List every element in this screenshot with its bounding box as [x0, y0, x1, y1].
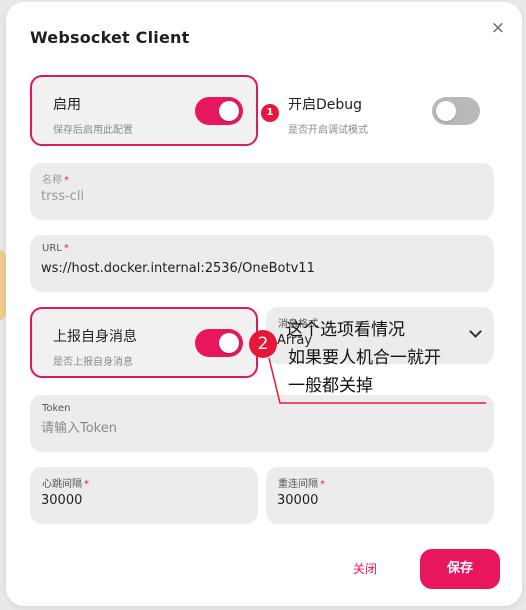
name-label: 名称 *: [42, 171, 69, 186]
token-input[interactable]: [41, 421, 471, 436]
annotation-line-3: 一般都关掉: [288, 376, 373, 396]
heartbeat-field[interactable]: 心跳间隔 * 30000: [30, 467, 258, 524]
name-field[interactable]: 名称 * trss-cli: [30, 163, 494, 220]
chevron-down-icon: [469, 325, 482, 338]
report-self-toggle[interactable]: [195, 329, 243, 357]
websocket-client-dialog: Websocket Client × 启用 保存后启用此配置 1 开启Debug…: [6, 2, 522, 606]
url-label: URL *: [42, 243, 69, 254]
token-field[interactable]: Token: [30, 395, 494, 452]
toggle-knob: [436, 101, 456, 121]
report-self-desc: 是否上报自身消息: [53, 357, 133, 368]
toggle-knob: [219, 101, 239, 121]
url-value: ws://host.docker.internal:2536/OneBotv11: [41, 261, 315, 276]
close-button[interactable]: 关闭: [353, 560, 377, 577]
annotation-marker-2: 2: [249, 330, 277, 358]
debug-desc: 是否开启调试模式: [288, 125, 368, 136]
name-label-text: 名称: [42, 175, 62, 186]
enable-toggle[interactable]: [195, 97, 243, 125]
heartbeat-label: 心跳间隔 *: [42, 475, 89, 490]
enable-card: 启用 保存后启用此配置: [30, 75, 258, 146]
reconnect-label-text: 重连间隔: [278, 479, 318, 490]
url-field[interactable]: URL * ws://host.docker.internal:2536/OneB…: [30, 235, 494, 292]
url-label-text: URL: [42, 243, 62, 254]
debug-toggle[interactable]: [432, 97, 480, 125]
reconnect-label: 重连间隔 *: [278, 475, 325, 490]
report-self-title: 上报自身消息: [53, 329, 137, 345]
heartbeat-label-text: 心跳间隔: [42, 479, 82, 490]
reconnect-field[interactable]: 重连间隔 * 30000: [266, 467, 494, 524]
required-mark: *: [320, 479, 325, 490]
close-icon[interactable]: ×: [488, 18, 508, 38]
save-button[interactable]: 保存: [420, 549, 500, 589]
annotation-line-2: 如果要人机合一就开: [288, 348, 441, 368]
report-self-card: 上报自身消息 是否上报自身消息: [30, 307, 258, 378]
debug-title: 开启Debug: [288, 97, 363, 113]
annotation-marker-1: 1: [261, 104, 279, 122]
enable-title: 启用: [53, 97, 81, 113]
name-value: trss-cli: [41, 189, 85, 204]
reconnect-value: 30000: [277, 493, 319, 508]
required-mark: *: [63, 243, 69, 254]
token-label: Token: [42, 403, 71, 414]
required-mark: *: [84, 479, 89, 490]
heartbeat-value: 30000: [41, 493, 83, 508]
toggle-knob: [219, 333, 239, 353]
enable-desc: 保存后启用此配置: [53, 125, 133, 136]
annotation-line-1: 这个选项看情况: [286, 320, 405, 340]
required-mark: *: [64, 175, 69, 186]
dialog-title: Websocket Client: [30, 28, 190, 47]
